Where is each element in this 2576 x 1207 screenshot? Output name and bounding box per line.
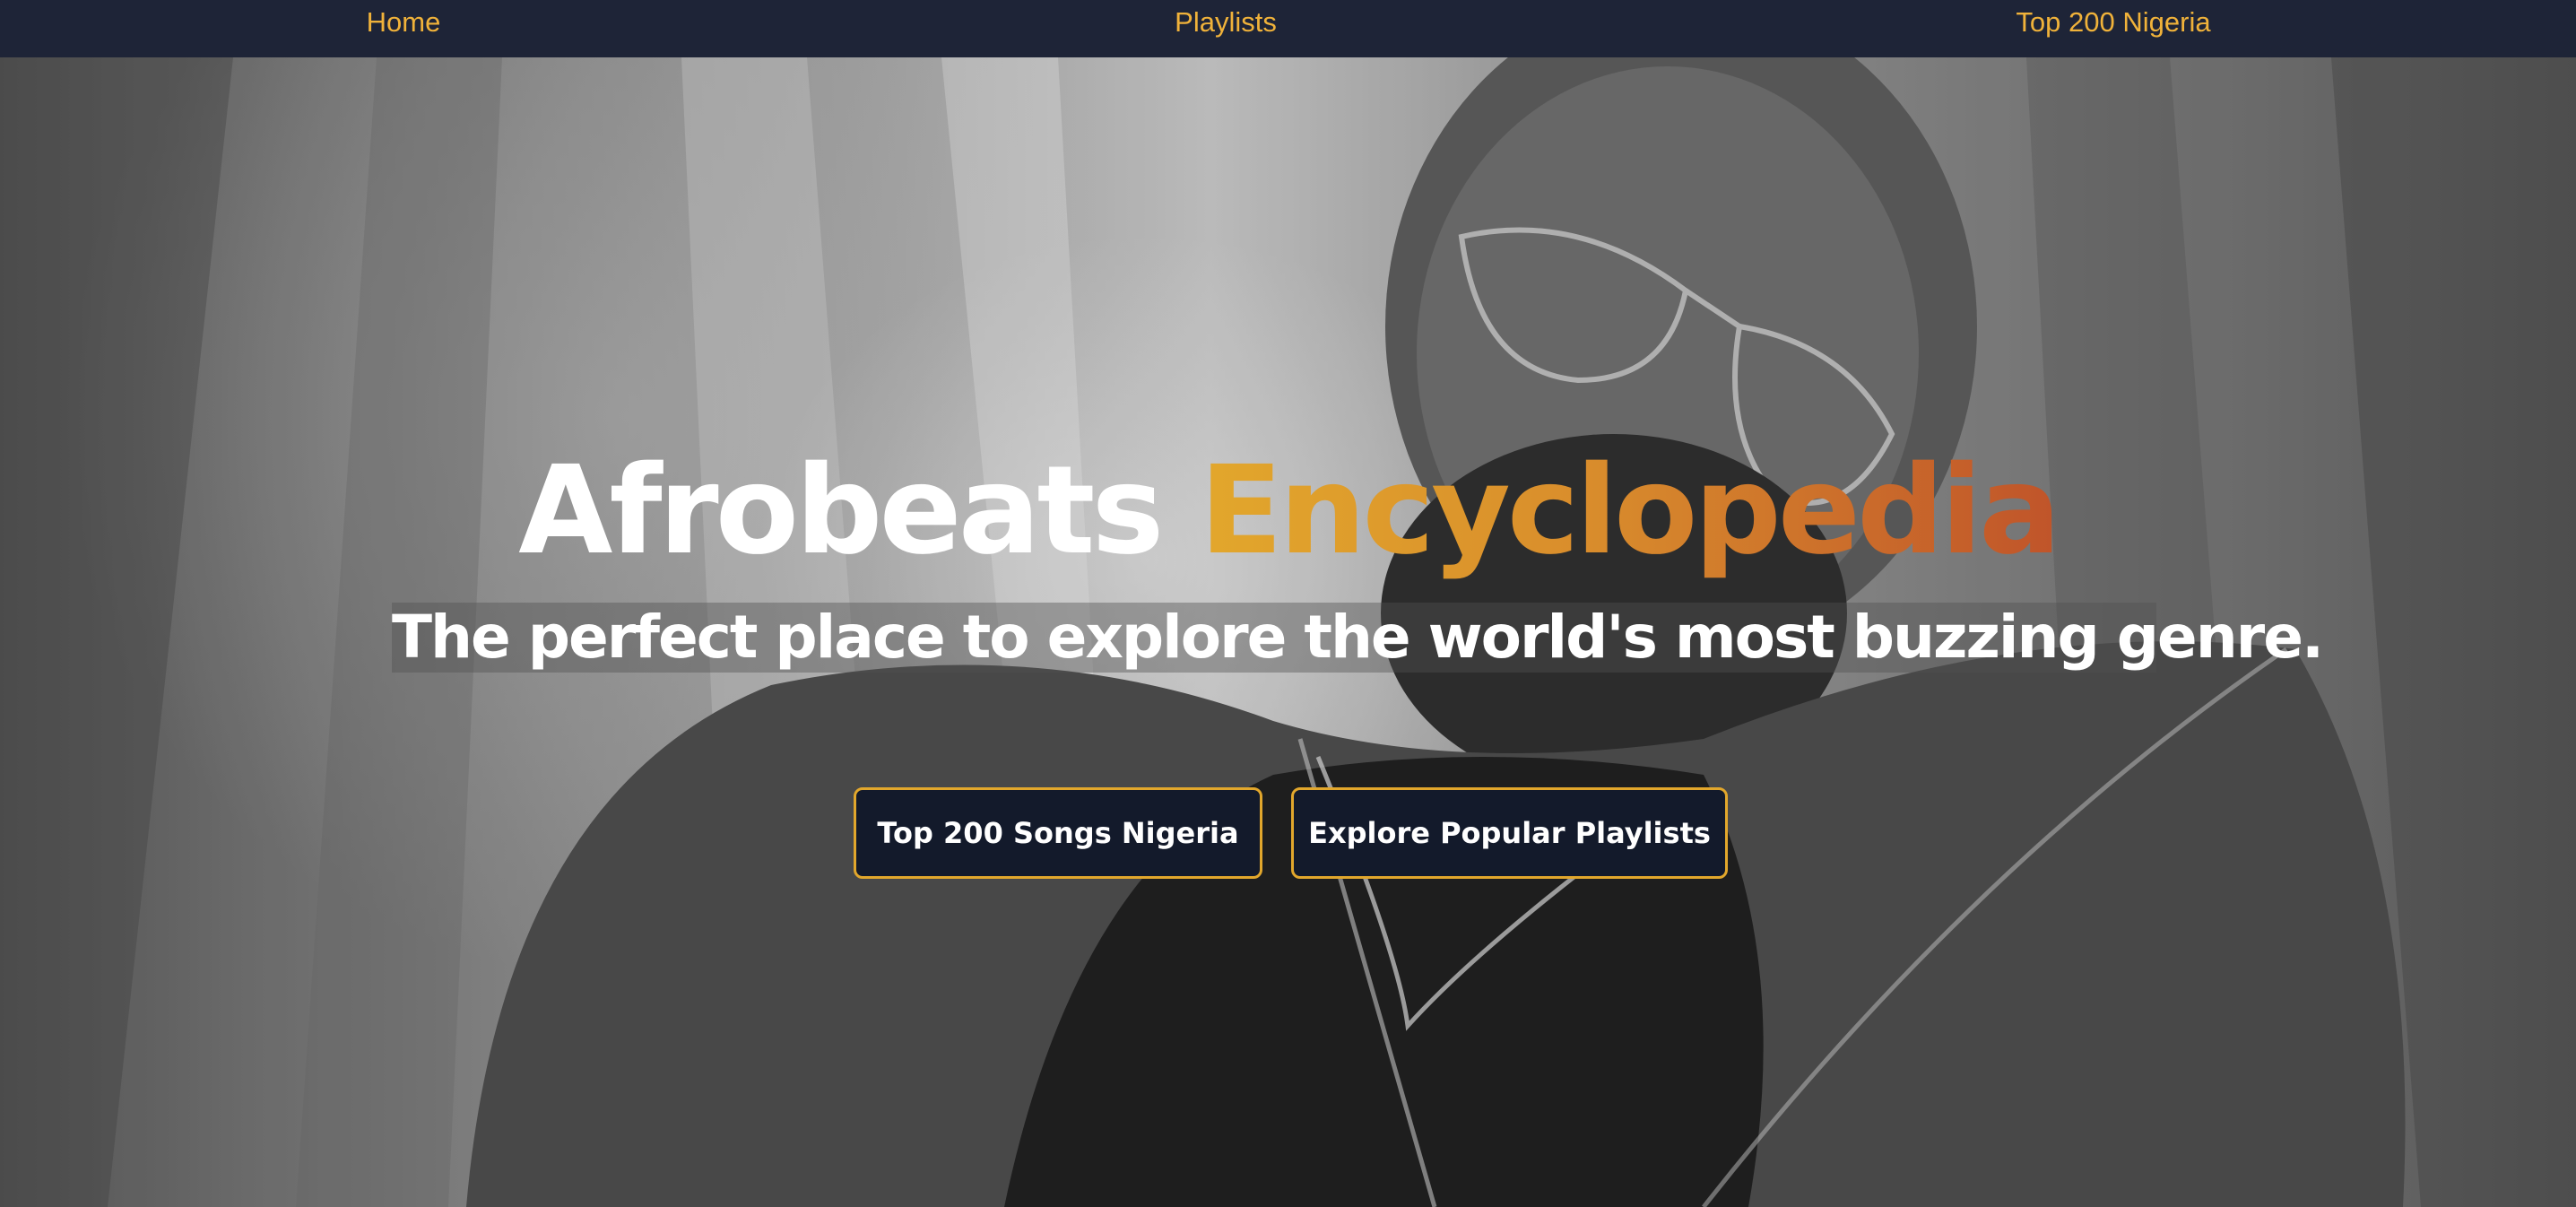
hero-title-plain: Afrobeats <box>518 440 1164 582</box>
top-navbar: Home Playlists Top 200 Nigeria <box>0 0 2576 57</box>
hero-title-accent: Encyclopedia <box>1199 440 2061 582</box>
top-200-songs-nigeria-button[interactable]: Top 200 Songs Nigeria <box>854 787 1262 879</box>
nav-link-playlists[interactable]: Playlists <box>1175 0 1277 45</box>
nav-link-top-200-nigeria[interactable]: Top 200 Nigeria <box>2016 0 2210 45</box>
nav-link-home[interactable]: Home <box>367 0 441 45</box>
hero-title: Afrobeats Encyclopedia <box>0 439 2576 583</box>
explore-popular-playlists-button[interactable]: Explore Popular Playlists <box>1291 787 1728 879</box>
hero-tagline: The perfect place to explore the world's… <box>392 603 2324 673</box>
